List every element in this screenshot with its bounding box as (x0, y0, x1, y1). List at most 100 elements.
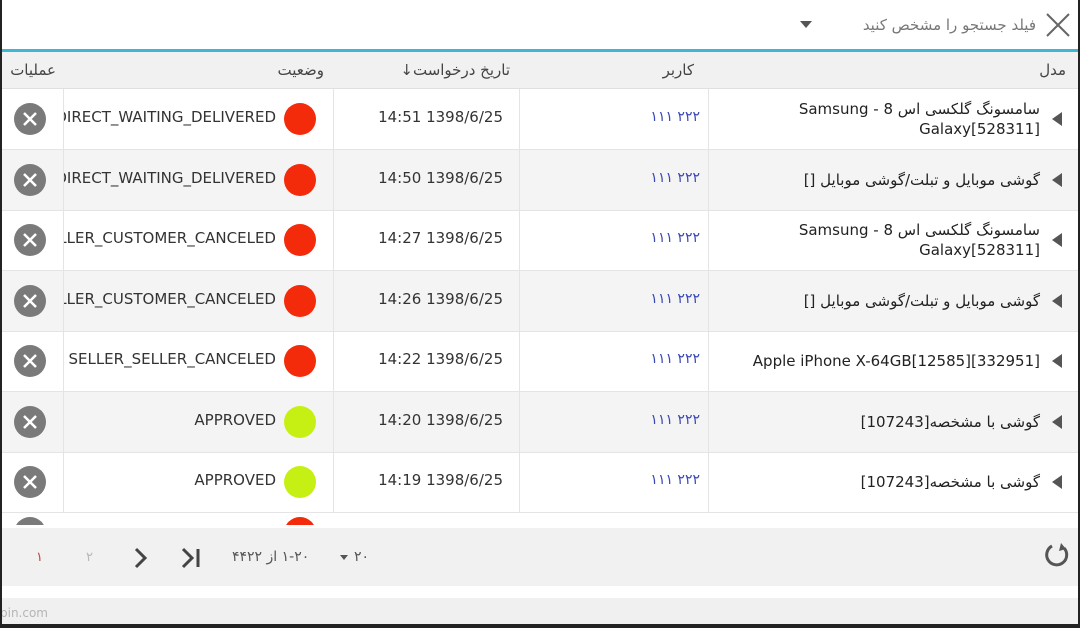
chevron-down-icon (800, 21, 812, 28)
row-status-label: SELLER_CUSTOMER_CANCELED (64, 229, 276, 247)
row-model: گوشی موبایل و تبلت/گوشی موبایل [] (803, 292, 1040, 310)
close-icon (23, 475, 37, 489)
row-status: SELLER_CUSTOMER_CANCELED (64, 290, 276, 308)
row-model: گوشی با مشخصه[107243] (860, 413, 1040, 431)
frame-bottom (0, 624, 1080, 628)
refresh-icon[interactable] (1042, 540, 1072, 570)
close-icon (23, 294, 37, 308)
table-row[interactable]: Apple iPhone X-64GB[12585][332951] ۱۱۱ ۲۲… (0, 331, 1080, 392)
column-divider (333, 452, 334, 512)
row-date: 14:26 1398/6/25 (378, 290, 503, 308)
delete-button[interactable] (14, 224, 46, 256)
expand-row-icon[interactable] (1052, 173, 1062, 187)
row-date: 14:51 1398/6/25 (378, 108, 503, 126)
status-indicator (284, 406, 316, 438)
column-divider (708, 210, 709, 270)
row-model: گوشی موبایل و تبلت/گوشی موبایل [] (803, 171, 1040, 189)
row-user-link[interactable]: ۱۱۱ ۲۲۲ (630, 170, 700, 186)
delete-button[interactable] (14, 164, 46, 196)
row-status: APPROVED (64, 411, 276, 429)
delete-button[interactable] (14, 406, 46, 438)
row-user-link[interactable]: ۱۱۱ ۲۲۲ (630, 230, 700, 246)
delete-button[interactable] (14, 285, 46, 317)
row-user-link[interactable]: ۱۱۱ ۲۲۲ (630, 472, 700, 488)
column-divider (333, 210, 334, 270)
next-page-icon[interactable] (128, 545, 154, 571)
table-row[interactable]: گوشی موبایل و تبلت/گوشی موبایل [] ۱۱۱ ۲۲۲… (0, 150, 1080, 211)
delete-button-peek (14, 517, 46, 525)
expand-row-icon[interactable] (1052, 112, 1062, 126)
table-row[interactable]: گوشی موبایل و تبلت/گوشی موبایل [] ۱۱۱ ۲۲۲… (0, 271, 1080, 332)
row-model: Apple iPhone X-64GB[12585][332951] (752, 352, 1040, 370)
page-size-value: ۲۰ (354, 549, 370, 565)
close-icon (23, 233, 37, 247)
delete-button[interactable] (14, 103, 46, 135)
column-divider (333, 331, 334, 391)
row-user-link[interactable]: ۱۱۱ ۲۲۲ (630, 291, 700, 307)
page-size-select[interactable]: ۲۰ (340, 549, 369, 565)
row-date: 14:19 1398/6/25 (378, 471, 503, 489)
row-date: 14:50 1398/6/25 (378, 169, 503, 187)
column-divider (519, 452, 520, 512)
expand-row-icon[interactable] (1052, 233, 1062, 247)
table-row[interactable]: گوشی با مشخصه[107243] ۱۱۱ ۲۲۲ 14:19 1398/6… (0, 452, 1080, 513)
column-divider (333, 89, 334, 149)
delete-button[interactable] (14, 466, 46, 498)
row-status: DIRECT_WAITING_DELIVERED (64, 108, 276, 126)
column-header-ops: عملیات (10, 61, 56, 79)
column-header-status[interactable]: وضعیت (278, 61, 324, 79)
pagination-bar (0, 528, 1080, 586)
row-status-label: DIRECT_WAITING_DELIVERED (64, 108, 276, 126)
row-status-label: SELLER_SELLER_CANCELED (68, 350, 276, 368)
table-header: مدل کاربر تاریخ درخواست↓ وضعیت عملیات (0, 52, 1080, 89)
column-divider (333, 150, 334, 210)
column-header-user[interactable]: کاربر (663, 61, 694, 79)
column-divider (519, 150, 520, 210)
status-indicator (284, 103, 316, 135)
search-field-placeholder: فیلد جستجو را مشخص کنید (862, 16, 1036, 34)
expand-row-icon[interactable] (1052, 294, 1062, 308)
search-field-select[interactable]: فیلد جستجو را مشخص کنید (800, 12, 1036, 38)
expand-row-icon[interactable] (1052, 415, 1062, 429)
column-divider (333, 392, 334, 452)
page-2-link[interactable]: ۲ (86, 550, 93, 565)
row-model: گوشی با مشخصه[107243] (860, 473, 1040, 491)
close-icon (23, 173, 37, 187)
column-divider (519, 392, 520, 452)
row-user-link[interactable]: ۱۱۱ ۲۲۲ (630, 351, 700, 367)
table-row[interactable]: سامسونگ گلکسی اس 8 - Samsung Galaxy[5283… (0, 210, 1080, 271)
status-indicator (284, 224, 316, 256)
column-divider (519, 210, 520, 270)
page-1-link[interactable]: ۱ (36, 550, 43, 565)
row-status: DIRECT_WAITING_DELIVERED (64, 169, 276, 187)
expand-row-icon[interactable] (1052, 354, 1062, 368)
table-row[interactable]: سامسونگ گلکسی اس 8 - Samsung Galaxy[5283… (0, 89, 1080, 150)
column-divider (708, 452, 709, 512)
table-body: سامسونگ گلکسی اس 8 - Samsung Galaxy[5283… (0, 89, 1080, 525)
expand-row-icon[interactable] (1052, 475, 1062, 489)
column-header-date[interactable]: تاریخ درخواست↓ (398, 61, 510, 79)
status-dot-peek (284, 517, 316, 525)
column-header-date-label: تاریخ درخواست (412, 61, 510, 79)
column-divider (708, 89, 709, 149)
watermark: pin.com (0, 606, 48, 620)
row-user-link[interactable]: ۱۱۱ ۲۲۲ (630, 412, 700, 428)
row-user-link[interactable]: ۱۱۱ ۲۲۲ (630, 109, 700, 125)
delete-button[interactable] (14, 345, 46, 377)
caret-down-icon (340, 554, 348, 560)
row-date: 14:22 1398/6/25 (378, 350, 503, 368)
row-status: SELLER_CUSTOMER_CANCELED (64, 229, 276, 247)
column-divider (708, 331, 709, 391)
close-icon (23, 112, 37, 126)
table-row[interactable]: گوشی با مشخصه[107243] ۱۱۱ ۲۲۲ 14:20 1398/6… (0, 392, 1080, 453)
row-status-label: SELLER_CUSTOMER_CANCELED (64, 290, 276, 308)
row-status: SELLER_SELLER_CANCELED (64, 350, 276, 368)
column-header-model[interactable]: مدل (1039, 61, 1066, 79)
status-indicator (284, 285, 316, 317)
last-page-icon[interactable] (178, 545, 204, 571)
close-icon (23, 415, 37, 429)
row-date: 14:20 1398/6/25 (378, 411, 503, 429)
row-model: سامسونگ گلکسی اس 8 - Samsung Galaxy[5283… (798, 100, 1040, 138)
column-divider (519, 331, 520, 391)
close-icon[interactable] (1044, 11, 1072, 39)
